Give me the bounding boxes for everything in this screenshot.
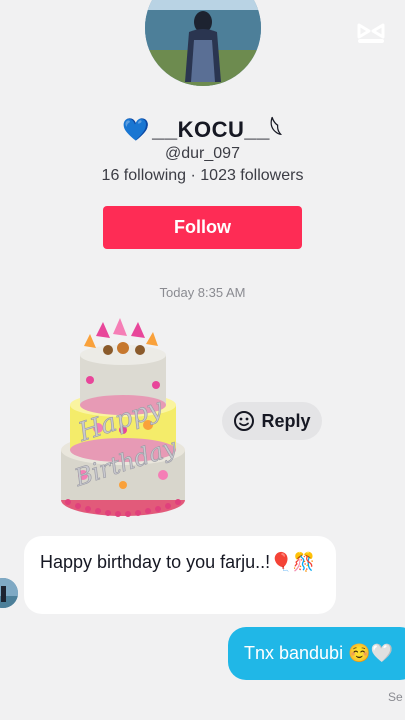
display-name-text: __KOCU__𓆩 [152, 117, 283, 142]
incoming-message-bubble[interactable]: Happy birthday to you farju..!🎈🎊 [24, 536, 336, 614]
reply-label: Reply [261, 410, 311, 431]
incoming-message-text: Happy birthday to you farju..!🎈🎊 [40, 552, 315, 572]
capcut-logo-icon [356, 20, 386, 46]
outgoing-message-bubble[interactable]: Tnx bandubi ☺️🤍 [228, 627, 405, 680]
sender-avatar[interactable] [0, 578, 18, 608]
reply-button[interactable]: Reply [222, 402, 322, 440]
profile-avatar[interactable] [145, 0, 261, 86]
blue-heart-icon: 💙 [122, 117, 151, 142]
seen-status: Se [388, 690, 403, 704]
profile-display-name: 💙__KOCU__𓆩 [0, 109, 405, 145]
outgoing-message-text: Tnx bandubi ☺️🤍 [244, 643, 393, 663]
emoji-reply-icon [233, 410, 255, 432]
follow-button[interactable]: Follow [103, 206, 302, 249]
birthday-cake-sticker[interactable]: Happy Birthday [28, 310, 218, 535]
profile-handle: @dur_097 [165, 145, 240, 162]
message-timestamp: Today 8:35 AM [159, 285, 246, 300]
profile-stats: 16 following · 1023 followers [101, 167, 304, 184]
